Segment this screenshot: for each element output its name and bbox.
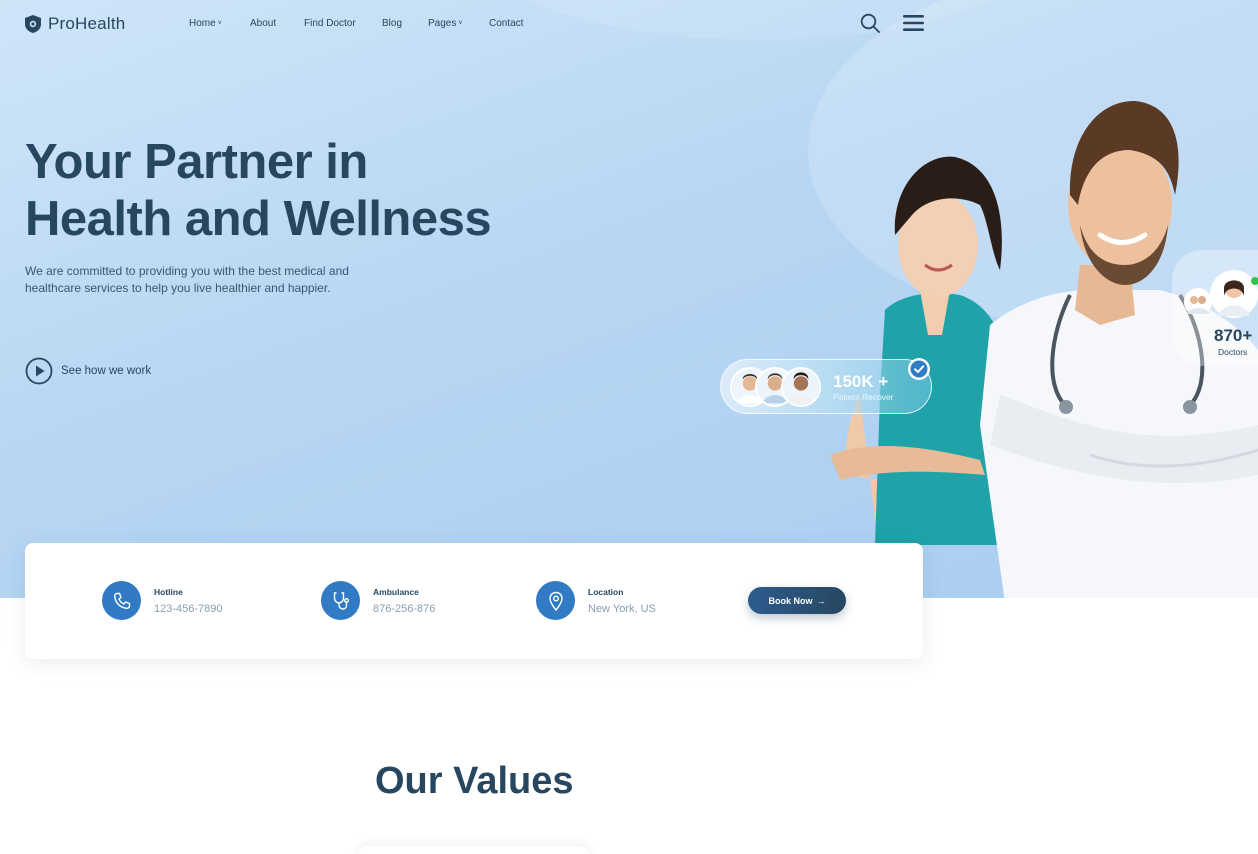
doctors-count: 870+ bbox=[1214, 326, 1253, 345]
hotline-number: 123-456-7890 bbox=[154, 602, 223, 615]
nav-pages[interactable]: Pages ˅ bbox=[428, 18, 489, 29]
hero-subtitle: We are committed to providing you with t… bbox=[25, 264, 349, 295]
location-info[interactable]: Location New York, US bbox=[536, 581, 656, 620]
logo[interactable]: ProHealth bbox=[25, 14, 125, 34]
main-nav: Home ˅ About Find Doctor Blog Pages ˅ Co… bbox=[189, 18, 523, 29]
nav-home[interactable]: Home ˅ bbox=[189, 18, 250, 29]
shield-logo-icon bbox=[25, 15, 41, 33]
phone-icon bbox=[102, 581, 141, 620]
book-now-label: Book Now bbox=[768, 595, 813, 606]
nav-pages-label: Pages bbox=[428, 18, 457, 29]
chevron-down-icon: ˅ bbox=[458, 20, 463, 27]
avatar bbox=[1184, 288, 1212, 316]
brand-name: ProHealth bbox=[48, 14, 126, 33]
patients-caption: Patient Recover bbox=[833, 392, 894, 402]
nav-about[interactable]: About bbox=[250, 18, 304, 29]
avatar bbox=[1210, 270, 1258, 318]
search-icon[interactable] bbox=[860, 13, 880, 33]
hero-title-line1: Your Partner in bbox=[25, 135, 368, 189]
location-value: New York, US bbox=[588, 602, 656, 615]
nav-contact-label: Contact bbox=[489, 18, 524, 29]
our-values-heading: Our Values bbox=[375, 760, 574, 802]
nav-about-label: About bbox=[250, 18, 277, 29]
avatar bbox=[781, 367, 821, 407]
stethoscope-icon bbox=[321, 581, 360, 620]
ambulance-info[interactable]: Ambulance 876-256-876 bbox=[321, 581, 435, 620]
chevron-down-icon: ˅ bbox=[217, 20, 222, 27]
nav-find-doctor-label: Find Doctor bbox=[304, 18, 356, 29]
see-how-label: See how we work bbox=[61, 365, 152, 377]
patients-count: 150K + bbox=[833, 372, 889, 391]
nav-home-label: Home bbox=[189, 18, 216, 29]
ambulance-number: 876-256-876 bbox=[373, 602, 436, 615]
doctors-caption: Doctors bbox=[1218, 347, 1248, 357]
nav-blog-label: Blog bbox=[382, 18, 403, 29]
nav-find-doctor[interactable]: Find Doctor bbox=[304, 18, 382, 29]
hero-section: ProHealth Home ˅ About Find Doctor Blog … bbox=[0, 0, 1258, 598]
check-badge-icon bbox=[908, 358, 930, 380]
values-card bbox=[358, 846, 590, 854]
location-pin-icon bbox=[536, 581, 575, 620]
book-now-button[interactable]: Book Now → bbox=[748, 587, 846, 614]
online-status-dot bbox=[1251, 277, 1258, 285]
doctors-count-badge: 870+ Doctors bbox=[1172, 250, 1258, 366]
ambulance-label: Ambulance bbox=[373, 586, 419, 597]
nav-contact[interactable]: Contact bbox=[489, 18, 523, 29]
arrow-right-icon: → bbox=[816, 595, 826, 606]
location-label: Location bbox=[588, 586, 624, 597]
hotline-info[interactable]: Hotline 123-456-7890 bbox=[102, 581, 223, 620]
patients-recovered-badge: 150K + Patient Recover bbox=[720, 358, 932, 414]
contact-info-card: Hotline 123-456-7890 Ambulance 876-256-8… bbox=[25, 543, 923, 659]
hero-title-line2: Health and Wellness bbox=[25, 192, 492, 246]
see-how-we-work-button[interactable]: See how we work bbox=[25, 357, 151, 385]
hero-title: Your Partner in Health and Wellness bbox=[25, 134, 565, 248]
hotline-label: Hotline bbox=[154, 586, 183, 597]
play-icon bbox=[25, 357, 53, 385]
nav-blog[interactable]: Blog bbox=[382, 18, 428, 29]
hamburger-menu-icon[interactable] bbox=[903, 14, 924, 32]
